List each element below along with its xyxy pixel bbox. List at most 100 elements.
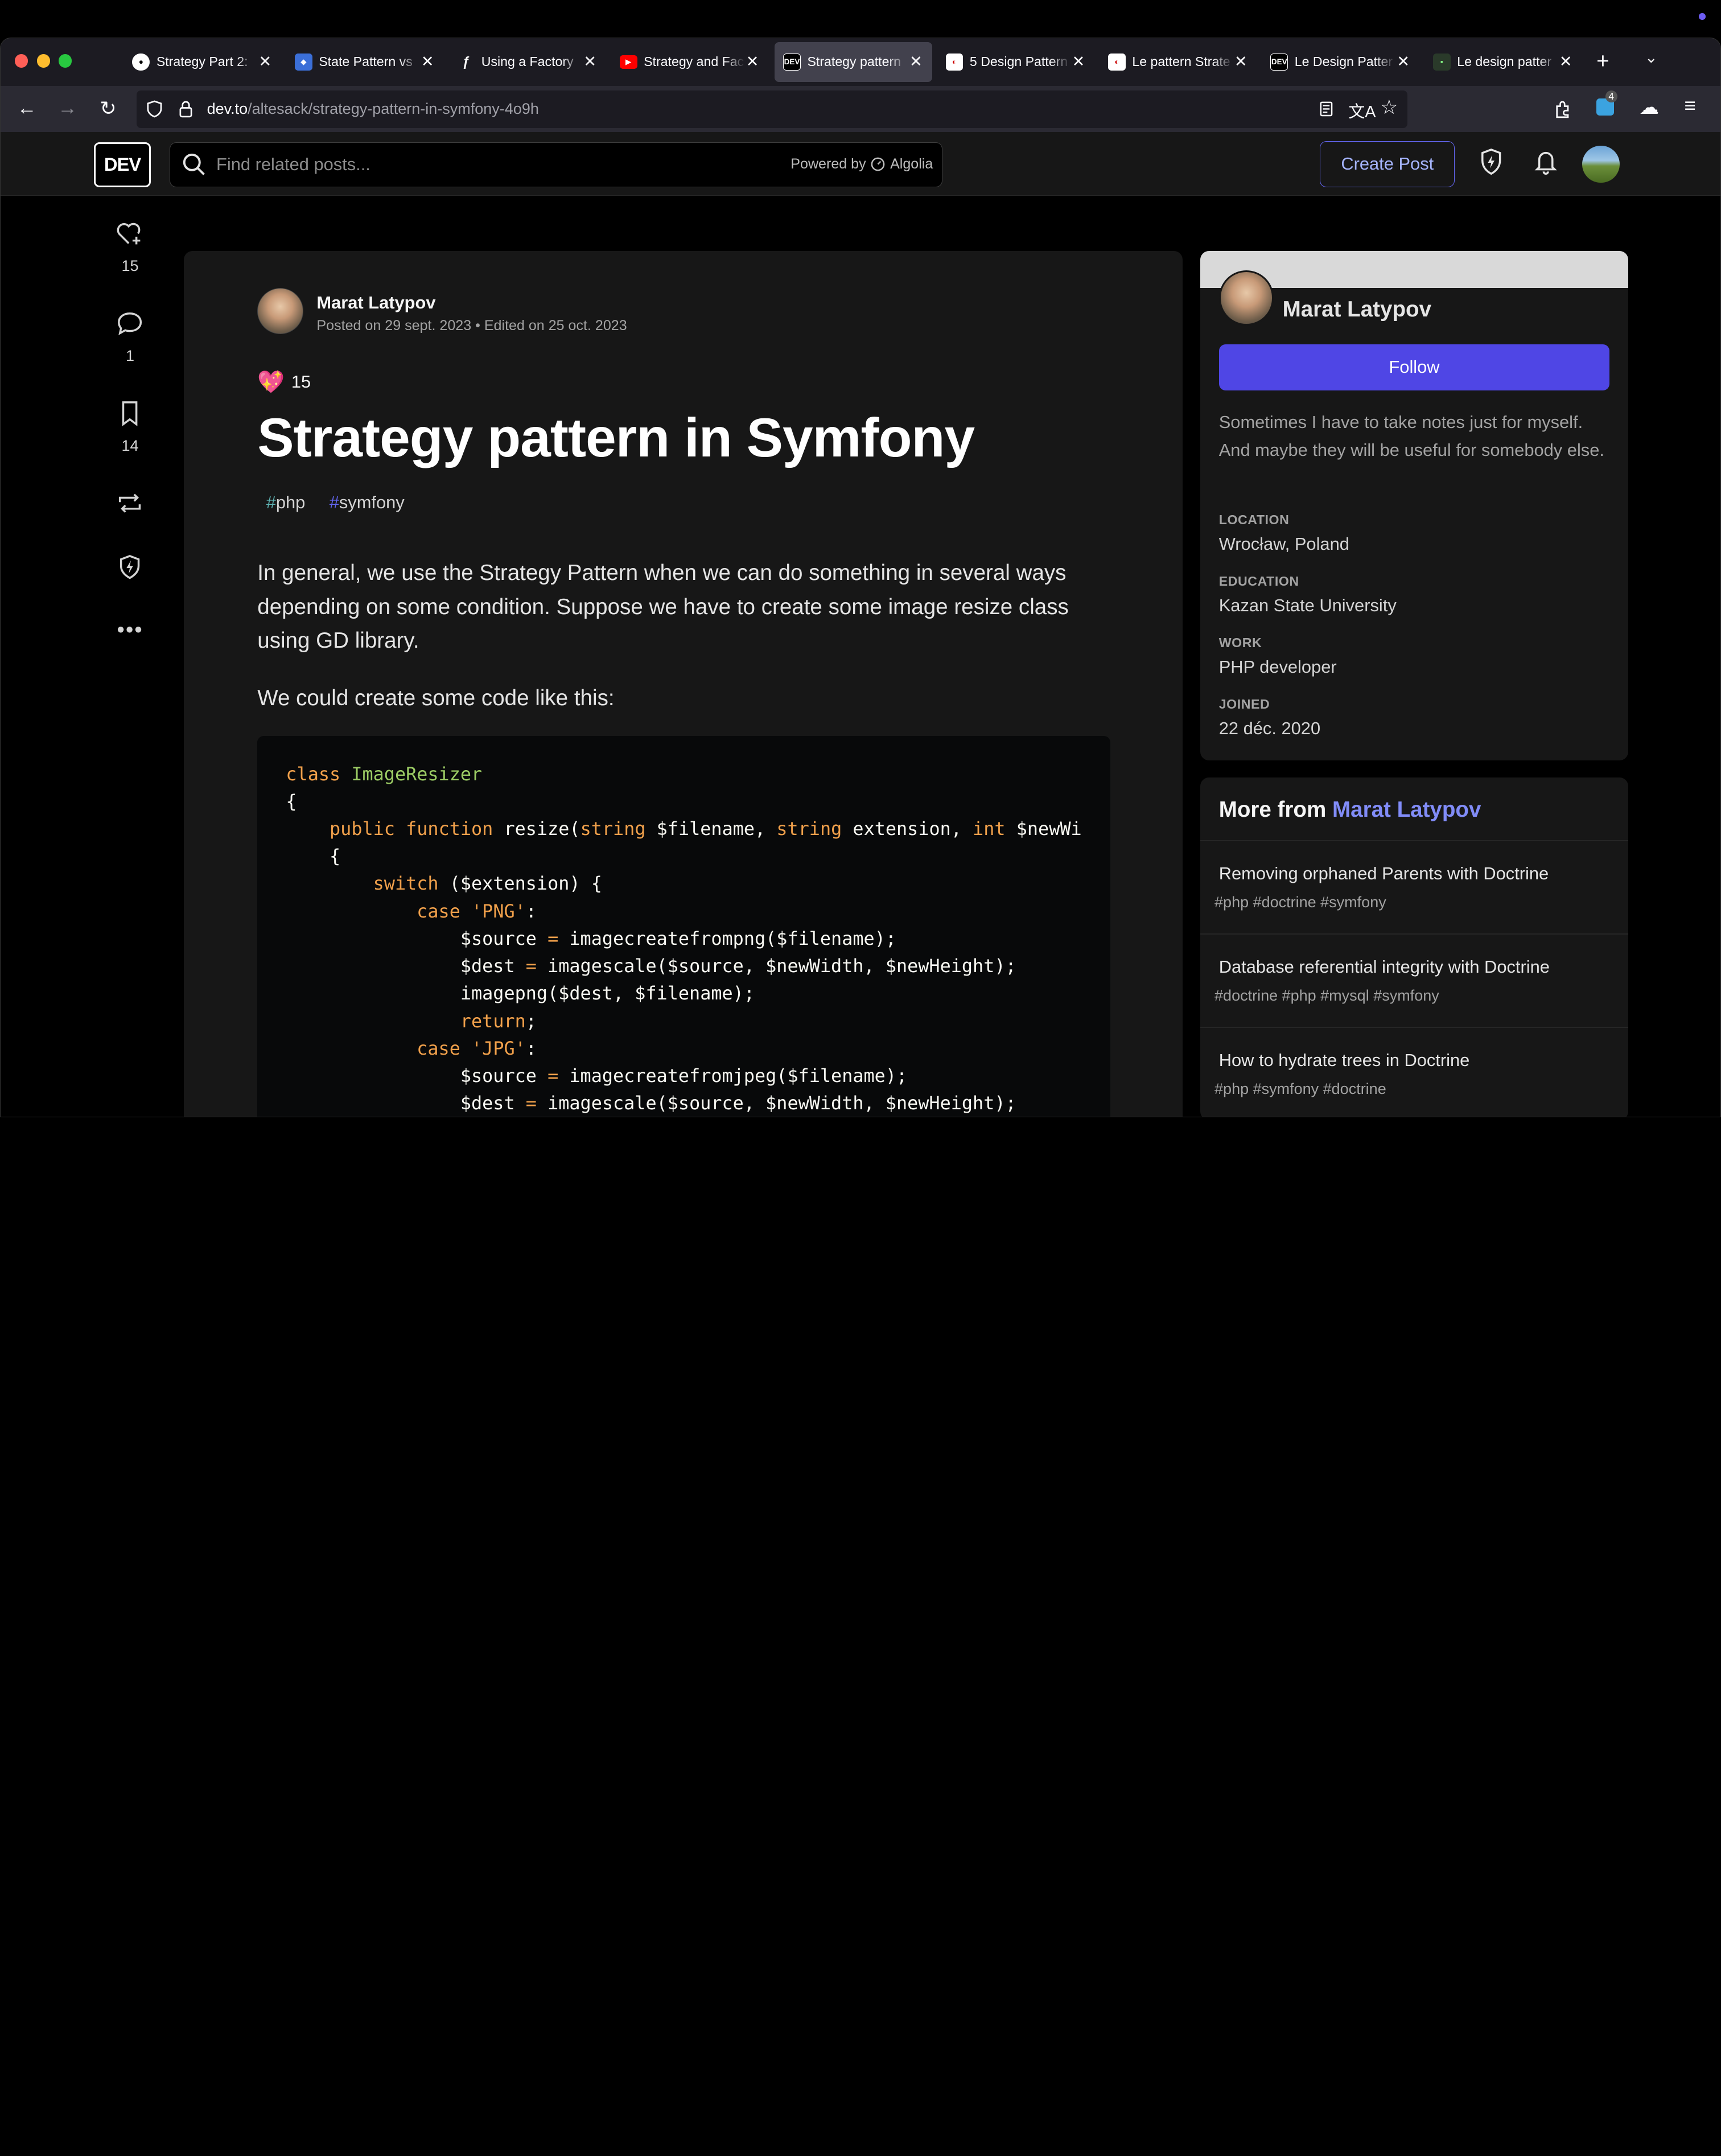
web-page: DEV Powered by Algolia Create Post [1,132,1721,1117]
hamburger-menu-icon[interactable]: ≡ [1684,95,1695,117]
bookmark-star-icon[interactable]: ☆ [1380,96,1398,119]
notifications-bell-icon[interactable] [1534,147,1558,176]
article-tags: #php #symfony [257,490,413,515]
search-input[interactable] [216,151,743,178]
reaction-count: 15 [291,372,311,392]
education-label: EDUCATION [1218,573,1299,589]
close-tab-icon[interactable]: ✕ [745,53,760,71]
moderate-action[interactable] [101,554,158,584]
moderation-shield-icon[interactable] [1479,147,1503,176]
author-name[interactable]: Marat Latypov [316,293,435,313]
post-title[interactable]: Database referential integrity with Doct… [1219,957,1614,977]
code-content: class ImageResizer { public function res… [286,763,1082,1114]
forward-arrow-icon[interactable]: → [55,97,79,120]
author-profile-card: Marat Latypov Follow Sometimes I have to… [1200,250,1629,760]
more-author-link[interactable]: Marat Latypov [1332,797,1481,822]
post-tags: #php #symfony #doctrine [1214,1080,1386,1098]
tab-strategy-pattern[interactable]: DEV Strategy pattern ✕ [774,42,933,82]
url-text[interactable]: dev.to/altesack/strategy-pattern-in-symf… [207,100,539,118]
user-avatar[interactable] [1582,145,1620,183]
list-item[interactable]: Removing orphaned Parents with Doctrine … [1214,863,1614,911]
chevron-down-icon[interactable]: ⌄ [1645,49,1658,67]
dev-logo[interactable]: DEV [93,142,151,187]
algolia-credit[interactable]: Powered by Algolia [790,156,933,172]
bookmark-action[interactable]: 14 [101,400,158,455]
lock-icon[interactable] [178,100,193,118]
navigation-toolbar: ← → ↻ dev.to/altesack/strategy-pattern-i… [1,86,1721,133]
close-tab-icon[interactable]: ✕ [420,53,435,71]
tab-le-design-pattern[interactable]: DEV Le Design Patter ✕ [1262,42,1420,81]
tab-le-pattern-strategy[interactable]: ◐ Le pattern Strate ✕ [1100,42,1258,81]
close-tab-icon[interactable]: ✕ [257,53,273,71]
create-post-button[interactable]: Create Post [1320,141,1455,187]
author-avatar[interactable] [257,288,304,335]
status-dot [1699,13,1706,20]
close-tab-icon[interactable]: ✕ [1071,53,1086,71]
menu-bar [0,0,1721,38]
browser-window: ● Strategy Part 2: ✕ ◆ State Pattern vs … [0,0,1721,1118]
close-window-button[interactable] [15,54,28,68]
tab-5-design-patterns[interactable]: ◐ 5 Design Pattern ✕ [937,42,1095,81]
tab-label: Strategy and Fac [644,54,744,69]
post-meta: Posted on 29 sept. 2023 • Edited on 25 o… [316,318,627,334]
close-tab-icon[interactable]: ✕ [908,53,924,71]
search-box[interactable]: Powered by Algolia [170,142,942,187]
extensions-icon[interactable] [1553,100,1572,120]
post-title[interactable]: Removing orphaned Parents with Doctrine [1219,863,1614,884]
follow-button[interactable]: Follow [1218,344,1610,390]
cloud-icon[interactable]: ☁ [1639,96,1659,119]
divider [1200,1027,1629,1028]
comment-action[interactable]: 1 [101,310,158,365]
tag-symfony[interactable]: #symfony [320,490,413,515]
list-item[interactable]: Database referential integrity with Doct… [1214,957,1614,1005]
dev-header: DEV Powered by Algolia Create Post [1,132,1721,196]
reaction-summary[interactable]: 💖 15 [257,369,311,395]
more-heading-label: More from [1218,797,1327,822]
tab-label: Le Design Patter [1294,54,1393,69]
joined-value: 22 déc. 2020 [1218,718,1321,739]
sparkle-heart-icon: 💖 [257,369,285,394]
tab-using-a-factory[interactable]: ƒ Using a Factory ✕ [448,42,607,81]
tab-strategy-part-2[interactable]: ● Strategy Part 2: ✕ [123,42,282,81]
reader-view-icon[interactable] [1317,100,1335,118]
more-from-author: More from Marat Latypov Removing orphane… [1200,777,1629,1117]
maximize-window-button[interactable] [59,54,72,68]
like-count: 15 [121,257,139,274]
github-icon: ● [132,53,150,71]
close-tab-icon[interactable]: ✕ [1395,53,1411,71]
minimize-window-button[interactable] [36,54,50,68]
tab-state-pattern[interactable]: ◆ State Pattern vs ✕ [286,42,444,81]
like-action[interactable]: 15 [101,220,158,275]
extension-icon[interactable]: 4 [1596,90,1617,116]
address-bar[interactable]: dev.to/altesack/strategy-pattern-in-symf… [137,90,1408,128]
tag-label: symfony [339,492,405,512]
more-options-icon[interactable]: ••• [101,618,158,643]
tag-php[interactable]: #php [257,490,314,515]
profile-avatar[interactable] [1218,270,1274,326]
joined-label: JOINED [1218,696,1270,711]
post-title[interactable]: How to hydrate trees in Doctrine [1219,1050,1614,1071]
bookmark-count: 14 [121,437,139,454]
tab-le-design-pattern-2[interactable]: ▪ Le design patter ✕ [1424,42,1582,81]
list-item[interactable]: How to hydrate trees in Doctrine #php #s… [1214,1050,1614,1098]
close-tab-icon[interactable]: ✕ [1558,53,1574,71]
profile-name[interactable]: Marat Latypov [1283,297,1431,322]
close-tab-icon[interactable]: ✕ [1233,53,1249,71]
location-value: Wrocław, Poland [1218,534,1349,554]
tab-strategy-and-factory[interactable]: ▶ Strategy and Fac ✕ [611,42,769,81]
new-tab-button[interactable]: + [1596,49,1609,74]
repost-action[interactable] [101,490,158,520]
work-value: PHP developer [1218,657,1337,677]
reload-icon[interactable]: ↻ [96,97,120,120]
profile-bio: Sometimes I have to take notes just for … [1218,412,1604,460]
comment-count: 1 [126,347,135,364]
shield-icon[interactable] [146,100,163,118]
tab-bar: ● Strategy Part 2: ✕ ◆ State Pattern vs … [1,38,1721,87]
site-icon: ▪ [1432,53,1451,71]
translate-icon[interactable]: 文A [1348,98,1376,122]
tab-label: Strategy Part 2: [156,54,248,69]
back-arrow-icon[interactable]: ← [15,97,39,120]
symfony-icon: ƒ [462,54,470,69]
search-icon [183,154,205,176]
close-tab-icon[interactable]: ✕ [582,53,598,71]
